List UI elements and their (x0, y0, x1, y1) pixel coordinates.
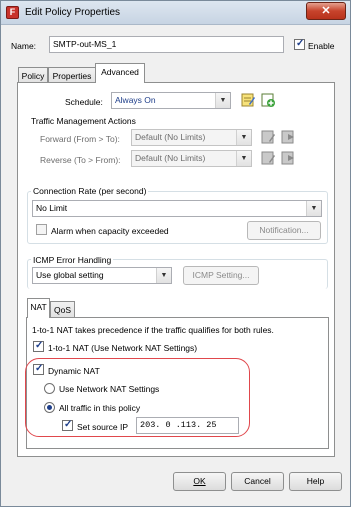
traffic-mgmt-title: Traffic Management Actions (31, 116, 136, 126)
icmp-dropdown[interactable]: Use global setting ▼ (32, 267, 172, 284)
ok-button-label: OK (193, 476, 206, 486)
name-label: Name: (11, 41, 37, 51)
reverse-value: Default (No Limits) (135, 153, 206, 163)
forward-label: Forward (From > To): (40, 134, 120, 144)
one-to-one-nat-checkbox[interactable] (33, 340, 44, 352)
cancel-button[interactable]: Cancel (231, 472, 284, 491)
ok-button[interactable]: OK (173, 472, 226, 491)
set-source-ip-checkbox[interactable] (62, 419, 73, 431)
help-button[interactable]: Help (289, 472, 342, 491)
tab-properties-label: Properties (52, 71, 92, 81)
all-traffic-label: All traffic in this policy (59, 403, 141, 413)
chevron-down-icon: ▼ (236, 130, 251, 145)
alarm-checkbox[interactable] (36, 224, 47, 235)
tab-qos-label: QoS (53, 305, 71, 315)
enable-checkbox[interactable] (294, 38, 305, 50)
forward-value: Default (No Limits) (135, 132, 206, 142)
tab-advanced-label: Advanced (101, 67, 139, 77)
add-reverse-icon[interactable] (280, 150, 296, 166)
connection-rate-value: No Limit (36, 203, 68, 213)
alarm-label: Alarm when capacity exceeded (51, 226, 169, 236)
window-title: Edit Policy Properties (25, 7, 121, 18)
add-schedule-icon[interactable] (260, 92, 276, 108)
notification-button[interactable]: Notification... (247, 221, 321, 240)
tab-advanced[interactable]: Advanced (95, 63, 145, 83)
chevron-down-icon: ▼ (215, 93, 230, 108)
reverse-dropdown[interactable]: Default (No Limits) ▼ (131, 150, 252, 167)
dialog-window: F Edit Policy Properties ✕ Name: SMTP-ou… (0, 0, 351, 507)
app-icon: F (6, 6, 19, 19)
icmp-value: Use global setting (36, 270, 104, 280)
nat-info-text: 1-to-1 NAT takes precedence if the traff… (32, 325, 274, 335)
close-button[interactable]: ✕ (306, 2, 346, 20)
forward-dropdown[interactable]: Default (No Limits) ▼ (131, 129, 252, 146)
icmp-title: ICMP Error Handling (31, 255, 114, 265)
schedule-label: Schedule: (65, 97, 103, 107)
all-traffic-radio[interactable] (44, 402, 55, 413)
dynamic-nat-checkbox[interactable] (33, 363, 44, 375)
chevron-down-icon: ▼ (306, 201, 321, 216)
dynamic-nat-label: Dynamic NAT (48, 366, 100, 376)
edit-reverse-icon[interactable] (260, 150, 276, 166)
use-network-nat-radio[interactable] (44, 383, 55, 394)
enable-label: Enable (308, 41, 335, 51)
help-button-label: Help (306, 476, 325, 486)
connection-rate-dropdown[interactable]: No Limit ▼ (32, 200, 322, 217)
one-to-one-nat-label: 1-to-1 NAT (Use Network NAT Settings) (48, 343, 198, 353)
tab-policy-label: Policy (21, 71, 45, 81)
tab-qos[interactable]: QoS (50, 301, 75, 318)
edit-schedule-icon[interactable] (240, 92, 256, 108)
schedule-dropdown[interactable]: Always On ▼ (111, 92, 231, 109)
reverse-label: Reverse (To > From): (40, 155, 121, 165)
use-network-nat-label: Use Network NAT Settings (59, 384, 160, 394)
chevron-down-icon: ▼ (236, 151, 251, 166)
set-source-ip-label: Set source IP (77, 422, 129, 432)
name-input[interactable]: SMTP-out-MS_1 (49, 36, 284, 53)
connection-rate-title: Connection Rate (per second) (31, 186, 149, 196)
icmp-setting-button[interactable]: ICMP Setting... (183, 266, 259, 285)
tab-nat-label: NAT (30, 302, 47, 312)
edit-forward-icon[interactable] (260, 129, 276, 145)
tab-nat[interactable]: NAT (27, 298, 50, 318)
chevron-down-icon: ▼ (156, 268, 171, 283)
title-bar[interactable]: F Edit Policy Properties ✕ (1, 1, 350, 25)
schedule-value: Always On (115, 95, 156, 105)
add-forward-icon[interactable] (280, 129, 296, 145)
cancel-button-label: Cancel (244, 476, 271, 486)
source-ip-input[interactable]: 203. 0 .113. 25 (136, 417, 239, 434)
close-icon: ✕ (321, 5, 331, 17)
